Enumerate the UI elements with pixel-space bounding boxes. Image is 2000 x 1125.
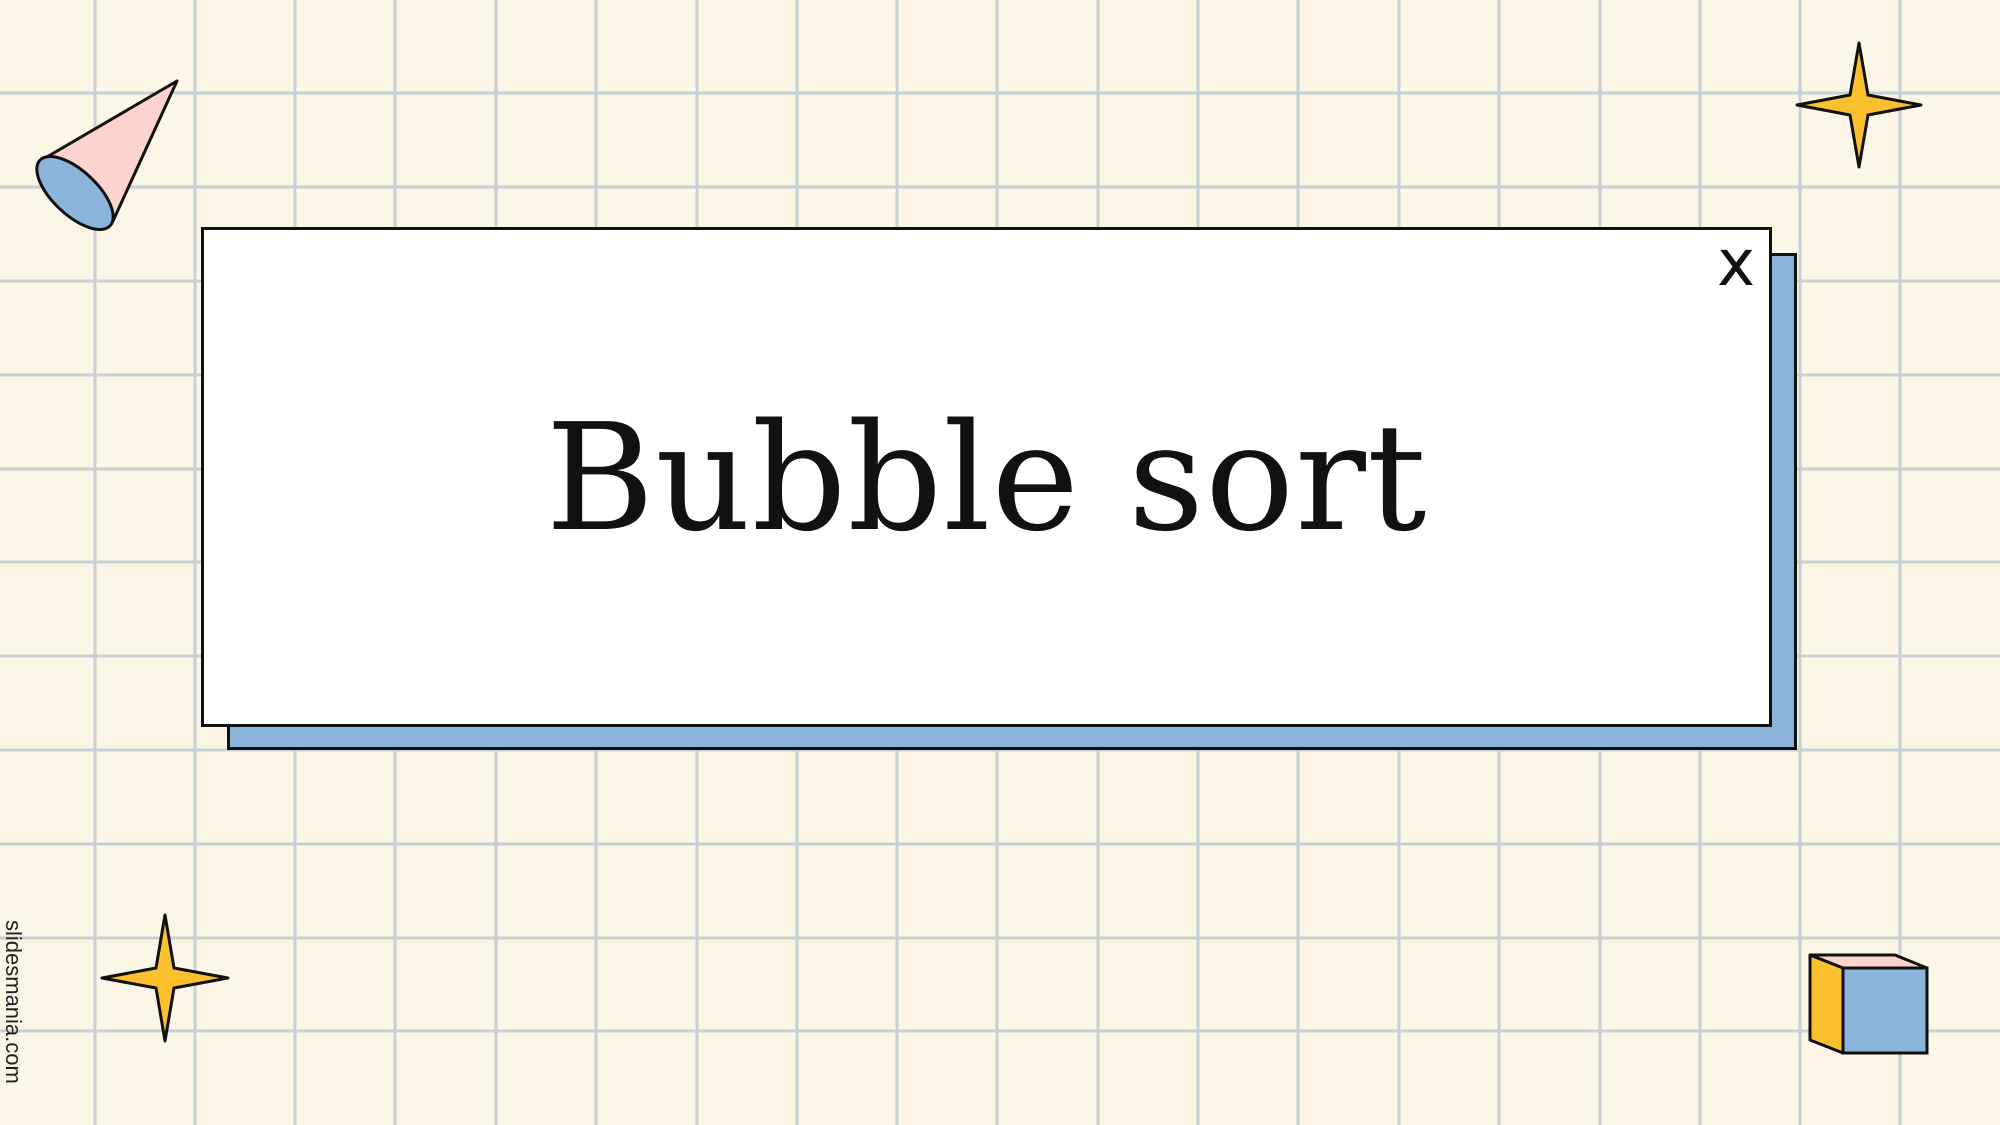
cube-icon [1808,953,1929,1055]
close-icon[interactable]: x [1717,232,1755,296]
cone-icon [35,79,179,231]
title-card: x Bubble sort [201,227,1772,727]
slide-title: Bubble sort [545,392,1428,564]
watermark-text: slidesmania.com [1,920,26,1084]
sparkle-star-icon [1795,41,1923,169]
sparkle-star-icon [100,913,230,1043]
